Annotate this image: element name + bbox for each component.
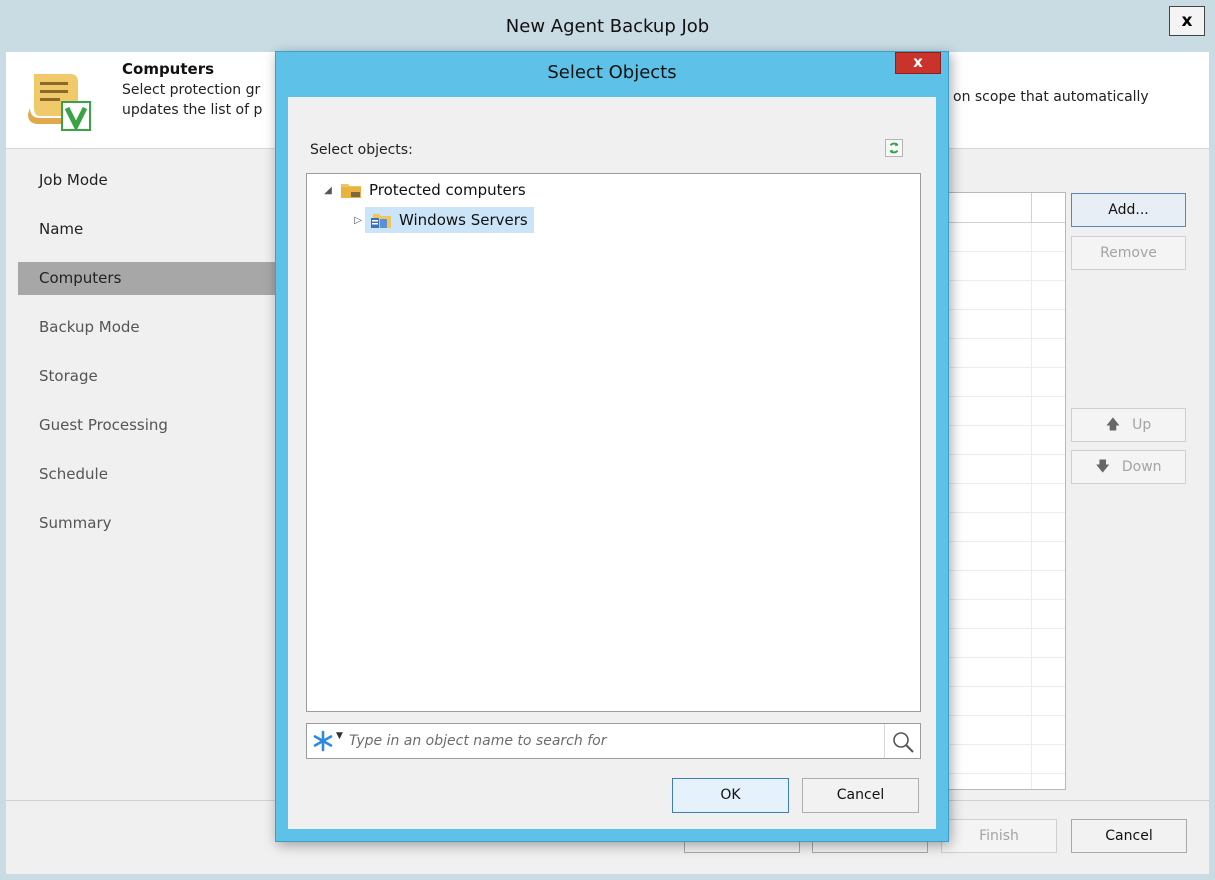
finish-button[interactable]: Finish <box>941 819 1057 853</box>
nav-step-name[interactable]: Name <box>18 205 288 254</box>
select-objects-dialog: Select Objects x Select objects: ◢ Prote… <box>275 51 949 842</box>
header-description-right: on scope that automatically <box>953 89 1149 105</box>
collapse-triangle-icon[interactable]: ◢ <box>321 185 335 196</box>
asterisk-filter-icon[interactable] <box>312 729 334 753</box>
up-button-label: Up <box>1132 417 1152 433</box>
down-button[interactable]: 🡇 Down <box>1071 450 1186 484</box>
main-cancel-button[interactable]: Cancel <box>1071 819 1187 853</box>
nav-step-computers[interactable]: Computers <box>18 262 288 295</box>
search-input[interactable] <box>349 727 879 755</box>
main-close-button[interactable]: x <box>1169 6 1205 36</box>
search-bar: ▼ <box>306 723 921 759</box>
header-title: Computers <box>122 60 215 78</box>
tree-node-label: Windows Servers <box>399 211 528 229</box>
objects-tree[interactable]: ◢ Protected computers ▷ Windows Servers <box>306 173 921 712</box>
add-button[interactable]: Add... <box>1071 193 1186 227</box>
search-separator <box>884 724 885 758</box>
nav-step-storage: Storage <box>39 367 98 385</box>
list-rows <box>937 223 1065 789</box>
dialog-client-area: Select objects: ◢ Protected computers ▷ <box>288 97 936 829</box>
wizard-steps-nav: Job Mode Name Computers Backup Mode Stor… <box>18 156 288 548</box>
dialog-title: Select Objects <box>547 62 677 83</box>
arrow-up-icon: 🡅 <box>1105 417 1121 433</box>
ok-button[interactable]: OK <box>672 778 789 813</box>
folder-icon <box>341 184 361 198</box>
nav-step-summary: Summary <box>39 514 112 532</box>
backup-job-scroll-icon <box>28 74 91 132</box>
dialog-cancel-button[interactable]: Cancel <box>802 778 919 813</box>
arrow-down-icon: 🡇 <box>1095 459 1110 475</box>
expand-triangle-icon[interactable]: ▷ <box>351 215 365 226</box>
header-description-line-2: updates the list of p <box>122 102 263 118</box>
tree-node-protected-computers[interactable]: ◢ Protected computers <box>321 177 526 203</box>
nav-step-job-mode[interactable]: Job Mode <box>18 156 288 205</box>
remove-button[interactable]: Remove <box>1071 236 1186 270</box>
list-header <box>937 193 1065 223</box>
server-group-icon <box>371 214 391 228</box>
search-icon[interactable] <box>891 730 915 754</box>
nav-step-guest-processing: Guest Processing <box>39 416 168 434</box>
dialog-close-button[interactable]: x <box>895 52 941 74</box>
refresh-icon[interactable] <box>885 139 903 157</box>
selection-highlight: Windows Servers <box>365 207 534 233</box>
main-window-title: New Agent Backup Job <box>505 16 710 37</box>
select-objects-label: Select objects: <box>310 142 413 158</box>
tree-node-label: Protected computers <box>369 181 526 199</box>
main-titlebar: New Agent Backup Job x <box>0 0 1215 52</box>
nav-step-backup-mode: Backup Mode <box>39 318 140 336</box>
protected-objects-list[interactable] <box>936 192 1066 790</box>
up-button[interactable]: 🡅 Up <box>1071 408 1186 442</box>
tree-node-windows-servers[interactable]: ▷ Windows Servers <box>351 207 534 233</box>
down-button-label: Down <box>1121 459 1162 475</box>
header-description-line-1: Select protection gr <box>122 82 261 98</box>
chevron-down-icon[interactable]: ▼ <box>336 731 343 741</box>
nav-step-schedule: Schedule <box>39 465 108 483</box>
